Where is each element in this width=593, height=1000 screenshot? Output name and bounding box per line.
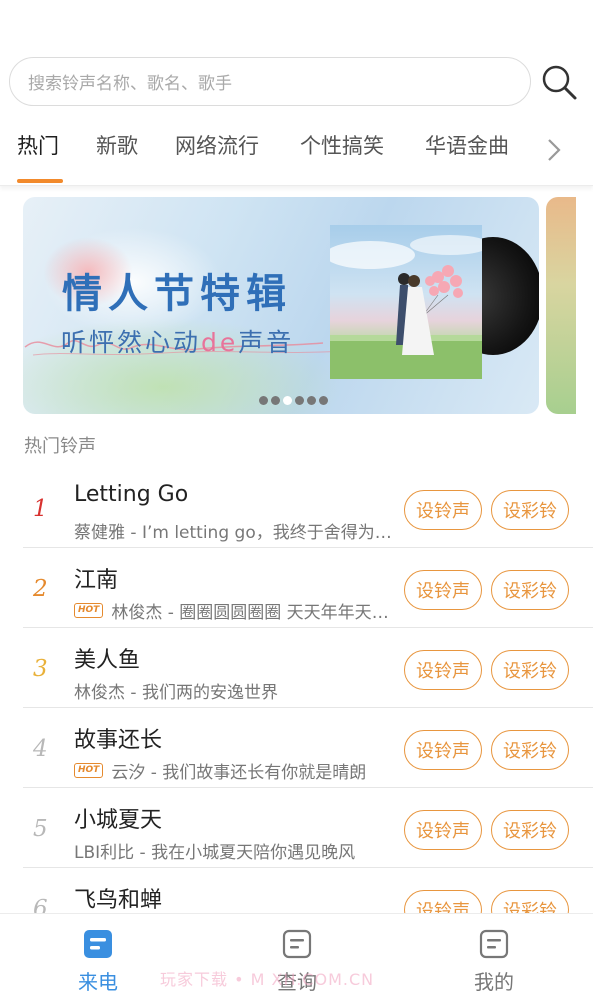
banner-subtitle: 听怦然心动de声音 (61, 328, 295, 357)
set-color-ring-button[interactable]: 设彩铃 (491, 490, 569, 530)
carousel-dot[interactable] (271, 396, 280, 405)
ringtone-row[interactable]: 2 江南 HOT 林俊杰 - 圈圈圆圆圈圈 天天年年天天的我 设铃声 设彩铃 (23, 548, 593, 628)
nav-item-profile[interactable]: 我的 (434, 914, 554, 1000)
song-title: Letting Go (74, 482, 189, 507)
tab-chinese-classics[interactable]: 华语金曲 (425, 130, 509, 160)
ringtone-list: 1 Letting Go 蔡健雅 - I’m letting go，我终于舍得为… (23, 468, 593, 948)
song-meta: LBI利比 - 我在小城夏天陪你遇见晚风 (74, 843, 356, 863)
song-meta: HOT 林俊杰 - 圈圈圆圆圈圈 天天年年天天的我 (74, 598, 399, 623)
set-ringtone-button[interactable]: 设铃声 (404, 570, 482, 610)
set-color-ring-button[interactable]: 设彩铃 (491, 650, 569, 690)
rank-number: 2 (33, 576, 48, 602)
nav-item-calls[interactable]: 来电 (38, 914, 158, 1000)
hot-badge: HOT (74, 603, 104, 618)
tab-funny[interactable]: 个性搞笑 (300, 130, 384, 160)
rank-number: 5 (33, 816, 48, 842)
ringtone-row[interactable]: 5 小城夏天 LBI利比 - 我在小城夏天陪你遇见晚风 设铃声 设彩铃 (23, 788, 593, 868)
set-ringtone-button[interactable]: 设铃声 (404, 490, 482, 530)
section-title: 热门铃声 (24, 436, 96, 457)
search-input[interactable]: 搜索铃声名称、歌名、歌手 (9, 57, 531, 106)
song-meta: HOT 云汐 - 我们故事还长有你就是晴朗 (74, 758, 399, 783)
set-ringtone-button[interactable]: 设铃声 (404, 730, 482, 770)
carousel-dot[interactable] (283, 396, 292, 405)
song-title: 故事还长 (74, 728, 163, 753)
watermark: 玩家下载 • M XH.COM.CN (160, 970, 375, 989)
next-banner-preview[interactable] (546, 197, 576, 414)
song-title: 美人鱼 (74, 648, 141, 673)
search-icon[interactable] (540, 63, 578, 101)
rank-number: 1 (33, 496, 48, 522)
rank-number: 3 (33, 656, 48, 682)
carousel-dot[interactable] (295, 396, 304, 405)
chevron-right-icon[interactable] (542, 135, 566, 165)
ringtone-row[interactable]: 3 美人鱼 林俊杰 - 我们两的安逸世界 设铃声 设彩铃 (23, 628, 593, 708)
song-meta: 蔡健雅 - I’m letting go，我终于舍得为你放开手 (74, 523, 399, 543)
nav-label-profile: 我的 (474, 970, 514, 994)
set-ringtone-button[interactable]: 设铃声 (404, 810, 482, 850)
album-cover (330, 225, 482, 379)
banner-title: 情人节特辑 (62, 271, 292, 317)
carousel-dot[interactable] (307, 396, 316, 405)
category-tabs: 热门 新歌 网络流行 个性搞笑 华语金曲 (0, 120, 593, 186)
tab-internet-hits[interactable]: 网络流行 (175, 130, 259, 160)
call-icon (84, 930, 112, 958)
carousel-dot[interactable] (319, 396, 328, 405)
nav-label-calls: 来电 (78, 970, 118, 994)
ringtone-row[interactable]: 4 故事还长 HOT 云汐 - 我们故事还长有你就是晴朗 设铃声 设彩铃 (23, 708, 593, 788)
set-color-ring-button[interactable]: 设彩铃 (491, 730, 569, 770)
song-meta: 林俊杰 - 我们两的安逸世界 (74, 683, 278, 703)
set-color-ring-button[interactable]: 设彩铃 (491, 570, 569, 610)
song-title: 飞鸟和蝉 (74, 888, 163, 913)
set-color-ring-button[interactable]: 设彩铃 (491, 810, 569, 850)
song-title: 小城夏天 (74, 808, 163, 833)
promo-banner[interactable]: 情人节特辑 听怦然心动de声音 (23, 197, 539, 414)
carousel-dot[interactable] (259, 396, 268, 405)
active-tab-indicator (17, 179, 63, 183)
rank-number: 4 (33, 736, 48, 762)
tab-new-songs[interactable]: 新歌 (96, 130, 138, 160)
song-title: 江南 (74, 568, 119, 593)
query-icon (282, 929, 312, 959)
couple-illustration (330, 235, 482, 379)
set-ringtone-button[interactable]: 设铃声 (404, 650, 482, 690)
search-placeholder: 搜索铃声名称、歌名、歌手 (28, 74, 232, 94)
ringtone-row[interactable]: 1 Letting Go 蔡健雅 - I’m letting go，我终于舍得为… (23, 468, 593, 548)
carousel-indicator (259, 396, 328, 405)
tab-hot[interactable]: 热门 (17, 130, 59, 160)
hot-badge: HOT (74, 763, 104, 778)
profile-icon (479, 929, 509, 959)
